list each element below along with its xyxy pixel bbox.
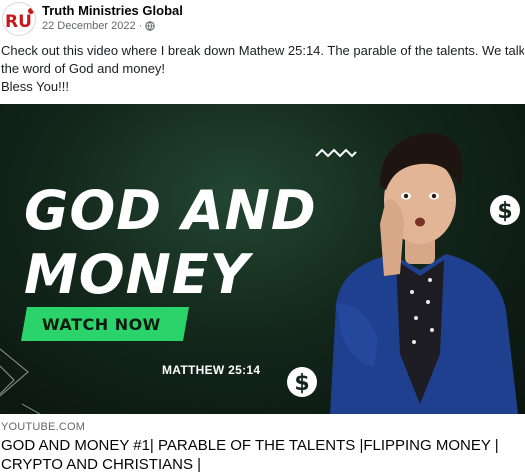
post-text-line: Bless You!!! <box>1 79 69 94</box>
post-body: Check out this video where I break down … <box>1 42 524 96</box>
link-source[interactable]: YOUTUBE.COM <box>1 421 85 433</box>
avatar-logo-text: RU <box>5 12 32 32</box>
dollar-icon: $ <box>490 195 520 225</box>
meta-separator: · <box>138 20 143 32</box>
thumbnail-headline: MONEY <box>24 243 250 306</box>
post-header: RU Truth Ministries Global 22 December 2… <box>0 0 525 38</box>
watch-now-label: WATCH NOW <box>42 315 161 334</box>
svg-text:$: $ <box>294 371 309 396</box>
zigzag-icon <box>315 148 357 158</box>
avatar[interactable]: RU <box>2 2 36 36</box>
dollar-icon: $ <box>287 367 317 397</box>
post-text-line: the word of God and money! <box>1 61 166 76</box>
presenter-figure <box>330 132 518 414</box>
wireframe-decoration <box>0 348 41 414</box>
verse-reference: MATTHEW 25:14 <box>162 363 261 377</box>
svg-text:$: $ <box>497 199 512 224</box>
author-name[interactable]: Truth Ministries Global <box>42 3 183 18</box>
globe-icon <box>145 21 155 31</box>
ministry-logo: RU <box>5 8 34 32</box>
post-date[interactable]: 22 December 2022 <box>42 20 136 32</box>
thumbnail-headline: GOD AND <box>24 179 317 242</box>
link-title[interactable]: GOD AND MONEY #1| PARABLE OF THE TALENTS… <box>1 436 525 474</box>
video-thumbnail[interactable]: $ $ GOD AND MONEY WATCH NOW MATTHEW 25:1… <box>0 104 525 414</box>
post-meta: 22 December 2022 · <box>42 20 155 32</box>
post-text-line: Check out this video where I break down … <box>1 43 524 58</box>
